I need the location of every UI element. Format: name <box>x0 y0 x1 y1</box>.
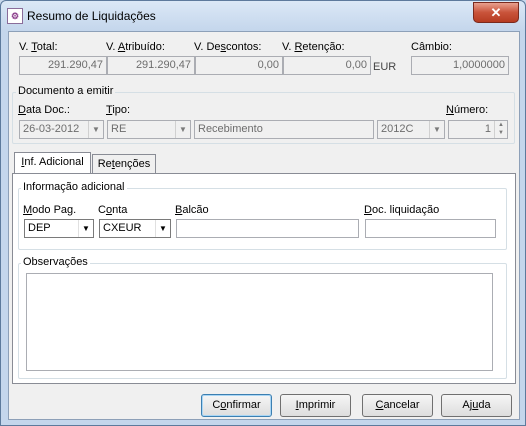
descontos-label: V. Descontos: <box>194 41 262 53</box>
close-button[interactable]: ✕ <box>473 2 519 23</box>
modo-pag-label: Modo Pag. <box>23 204 77 216</box>
numero-label: Número: <box>446 104 489 116</box>
tab-retencoes[interactable]: Retenções <box>92 154 156 174</box>
doc-liquidacao-input[interactable] <box>365 219 496 238</box>
retencao-value-field: 0,00 <box>283 56 371 75</box>
cambio-value-field: 1,0000000 <box>411 56 509 75</box>
tipo-dropdown-icon: ▼ <box>175 121 190 138</box>
observacoes-title: Observações <box>21 256 90 268</box>
total-value-field: 291.290,47 <box>19 56 107 75</box>
title-bar[interactable]: ⚙ Resumo de Liquidações ✕ <box>1 1 525 31</box>
data-doc-dropdown-icon: ▼ <box>88 121 103 138</box>
atribuido-label: V. Atribuído: <box>106 41 165 53</box>
modo-pag-dropdown-icon[interactable]: ▼ <box>78 220 93 237</box>
numero-spinner: 1 ▲ ▼ <box>448 120 508 139</box>
confirmar-button[interactable]: Confirmar <box>201 394 272 417</box>
tipo-description-field: Recebimento <box>194 120 374 139</box>
info-adicional-title: Informação adicional <box>21 181 127 193</box>
modo-pag-select[interactable]: DEP ▼ <box>24 219 94 238</box>
observacoes-textarea[interactable] <box>26 273 493 371</box>
dialog-client-area: V. Total: 291.290,47 V. Atribuído: 291.2… <box>8 31 520 420</box>
conta-dropdown-icon[interactable]: ▼ <box>155 220 170 237</box>
imprimir-button[interactable]: Imprimir <box>280 394 351 417</box>
doc-liquidacao-label: Doc. liquidação <box>364 204 440 216</box>
cancelar-button[interactable]: Cancelar <box>362 394 433 417</box>
window-title: Resumo de Liquidações <box>27 9 156 23</box>
conta-select[interactable]: CXEUR ▼ <box>99 219 171 238</box>
descontos-value-field: 0,00 <box>195 56 283 75</box>
balcao-input[interactable] <box>176 219 359 238</box>
retencao-label: V. Retenção: <box>282 41 345 53</box>
conta-label: Conta <box>98 204 128 216</box>
documento-group-title: Documento a emitir <box>16 85 116 97</box>
numero-spin-icon: ▲ ▼ <box>494 121 507 138</box>
app-icon: ⚙ <box>7 8 23 24</box>
currency-label: EUR <box>373 61 397 73</box>
dialog-window: ⚙ Resumo de Liquidações ✕ V. Total: 291.… <box>0 0 526 426</box>
tipo-select: RE ▼ <box>107 120 191 139</box>
serie-select: 2012C ▼ <box>377 120 445 139</box>
serie-dropdown-icon: ▼ <box>429 121 444 138</box>
tab-panel-inf-adicional: Informação adicional Modo Pag. DEP ▼ Cont… <box>12 173 516 384</box>
atribuido-value-field: 291.290,47 <box>107 56 195 75</box>
balcao-label: Balcão <box>175 204 209 216</box>
tipo-label: Tipo: <box>106 104 131 116</box>
tab-inf-adicional[interactable]: Inf. Adicional <box>14 152 91 174</box>
total-label: V. Total: <box>19 41 58 53</box>
cambio-label: Câmbio: <box>411 41 452 53</box>
data-doc-field: 26-03-2012 ▼ <box>19 120 104 139</box>
ajuda-button[interactable]: Ajuda <box>441 394 512 417</box>
data-doc-label: Data Doc.: <box>18 104 70 116</box>
